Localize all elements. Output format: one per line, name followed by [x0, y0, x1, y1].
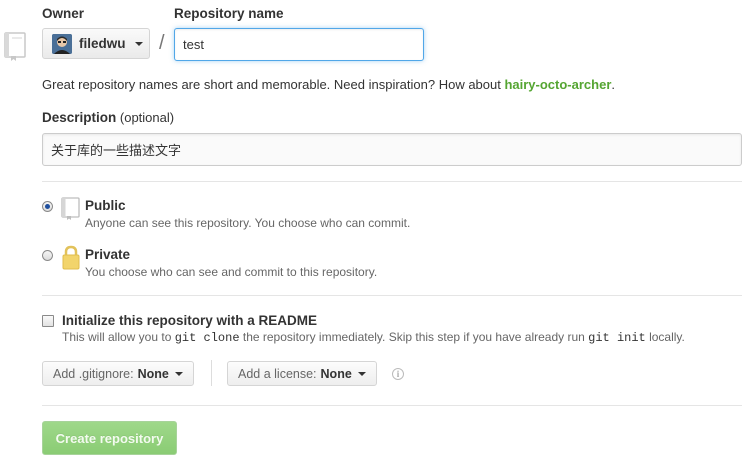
- gitignore-select[interactable]: Add .gitignore: None: [42, 361, 194, 386]
- description-optional-text: (optional): [119, 110, 175, 125]
- description-label-text: Description: [42, 110, 117, 125]
- code-git-clone: git clone: [174, 331, 240, 345]
- divider: [42, 295, 742, 296]
- name-suggestion-link[interactable]: hairy-octo-archer: [504, 77, 611, 92]
- public-repo-icon: [61, 197, 81, 221]
- lock-icon: [61, 245, 81, 270]
- private-radio[interactable]: [42, 250, 53, 261]
- repository-name-hint: Great repository names are short and mem…: [42, 77, 615, 92]
- public-description: Anyone can see this repository. You choo…: [85, 216, 411, 230]
- private-title: Private: [85, 247, 131, 262]
- init-desc-part: This will allow you to: [62, 330, 175, 344]
- avatar: [52, 33, 72, 54]
- caret-down-icon: [134, 41, 143, 46]
- caret-down-icon: [357, 371, 366, 376]
- owner-dropdown[interactable]: filedwu: [42, 28, 150, 59]
- info-icon[interactable]: i: [392, 368, 404, 380]
- init-readme-checkbox[interactable]: [42, 315, 54, 327]
- divider: [42, 405, 742, 406]
- public-radio[interactable]: [42, 201, 53, 212]
- owner-name: filedwu: [79, 36, 126, 51]
- repo-icon: [4, 32, 26, 62]
- divider: [42, 181, 742, 182]
- gitignore-value: None: [137, 366, 169, 381]
- create-repository-button[interactable]: Create repository: [42, 421, 177, 455]
- hint-end: .: [611, 77, 616, 92]
- public-title: Public: [85, 198, 126, 213]
- owner-repo-separator: /: [159, 32, 165, 54]
- code-git-init: git init: [588, 331, 646, 345]
- init-desc-part: locally.: [645, 330, 685, 344]
- hint-text: Great repository names are short and mem…: [42, 77, 505, 92]
- init-desc-part: the repository immediately. Skip this st…: [239, 330, 589, 344]
- license-label: Add a license:: [238, 366, 317, 381]
- gitignore-label: Add .gitignore:: [53, 366, 134, 381]
- private-description: You choose who can see and commit to thi…: [85, 265, 378, 279]
- license-value: None: [320, 366, 352, 381]
- description-label: Description (optional): [42, 110, 174, 125]
- repository-name-input[interactable]: [174, 28, 424, 61]
- init-readme-description: This will allow you to git clone the rep…: [62, 330, 685, 345]
- owner-label: Owner: [42, 6, 85, 21]
- repository-name-label: Repository name: [174, 6, 284, 21]
- init-readme-title: Initialize this repository with a README: [62, 313, 318, 328]
- description-input[interactable]: [42, 133, 742, 166]
- vertical-separator: [211, 360, 212, 386]
- license-select[interactable]: Add a license: None: [227, 361, 377, 386]
- caret-down-icon: [174, 371, 183, 376]
